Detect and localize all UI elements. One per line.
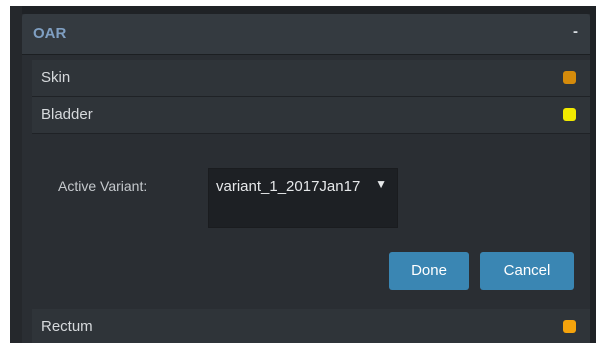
cancel-button[interactable]: Cancel [480, 252, 574, 290]
panel-header[interactable]: OAR - [22, 14, 590, 54]
color-swatch[interactable] [563, 108, 576, 121]
structure-label: Skin [41, 69, 71, 86]
color-swatch[interactable] [563, 320, 576, 333]
left-rail [10, 6, 22, 343]
active-variant-label: Active Variant: [58, 178, 148, 194]
active-variant-select[interactable]: variant_1_2017Jan17 ▼ [208, 168, 398, 228]
variant-editor: Active Variant: variant_1_2017Jan17 ▼ Do… [32, 134, 590, 304]
active-variant-value: variant_1_2017Jan17 [216, 178, 361, 195]
chevron-down-icon[interactable]: ▼ [375, 177, 387, 191]
structure-row-rectum[interactable]: Rectum [32, 309, 590, 343]
structure-row-bladder[interactable]: Bladder [32, 97, 590, 134]
structure-label: Rectum [41, 318, 93, 335]
structure-row-skin[interactable]: Skin [32, 60, 590, 97]
color-swatch[interactable] [563, 71, 576, 84]
done-button[interactable]: Done [389, 252, 469, 290]
collapse-toggle[interactable]: - [573, 23, 578, 40]
structure-label: Bladder [41, 106, 93, 123]
panel-title: OAR [33, 25, 67, 42]
oar-panel: OAR - Skin Bladder Active Variant: varia… [22, 14, 590, 343]
